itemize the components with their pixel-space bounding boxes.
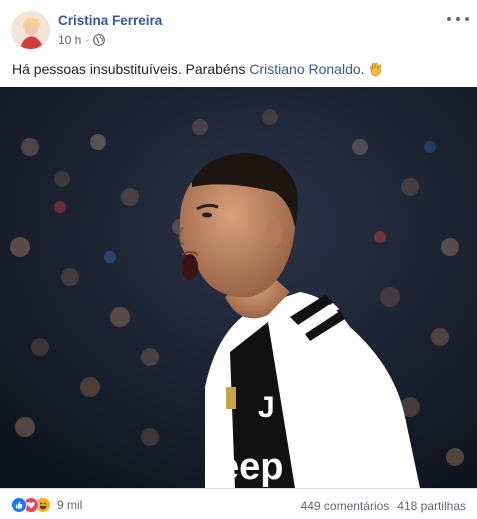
author-avatar[interactable] <box>11 11 50 50</box>
post-footer: 9 mil 449 comentários 418 partilhas <box>0 488 477 519</box>
reactions-summary[interactable]: 9 mil <box>11 497 82 513</box>
facebook-post: Cristina Ferreira 10 h · Há pessoas insu… <box>0 0 477 519</box>
post-text-end: . <box>360 61 365 77</box>
clapping-hands-icon <box>368 61 384 77</box>
post-text: Há pessoas insubstituíveis. Parabéns Cri… <box>12 61 384 77</box>
post-meta: 10 h · <box>58 33 105 47</box>
soccer-player-celebrating-photo: eep J <box>0 87 477 488</box>
more-options-icon[interactable] <box>447 10 469 28</box>
post-time[interactable]: 10 h <box>58 33 81 47</box>
globe-icon[interactable] <box>92 34 105 46</box>
svg-text:eep: eep <box>218 446 283 488</box>
svg-text:J: J <box>258 391 275 424</box>
reaction-count[interactable]: 9 mil <box>57 498 82 512</box>
post-text-body: Há pessoas insubstituíveis. Parabéns <box>12 61 250 77</box>
like-icon <box>11 497 27 513</box>
author-name[interactable]: Cristina Ferreira <box>58 13 162 28</box>
shares-count[interactable]: 418 partilhas <box>397 499 466 513</box>
comments-count[interactable]: 449 comentários <box>301 499 390 513</box>
tagged-person-link[interactable]: Cristiano Ronaldo <box>249 61 360 77</box>
separator-dot: · <box>85 34 89 46</box>
engagement-counts: 449 comentários 418 partilhas <box>301 499 466 513</box>
post-photo[interactable]: eep J <box>0 87 477 488</box>
